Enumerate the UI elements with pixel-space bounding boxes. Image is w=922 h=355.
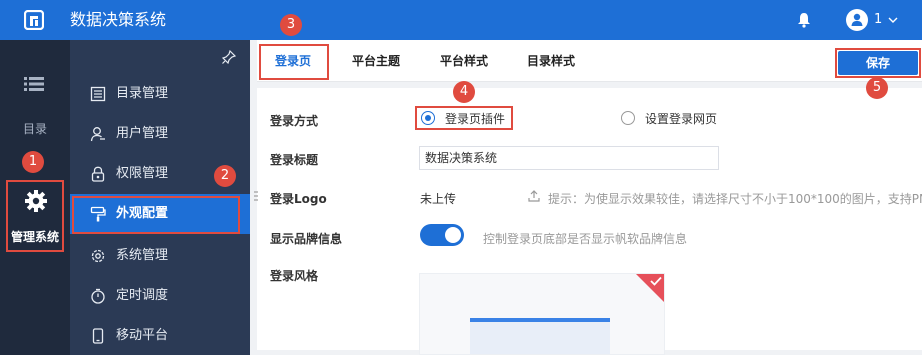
avatar[interactable] xyxy=(846,9,868,31)
brand-info-hint: 控制登录页底部是否显示帆软品牌信息 xyxy=(483,232,688,246)
pin-icon[interactable] xyxy=(222,50,236,64)
chevron-down-icon[interactable] xyxy=(888,15,898,25)
user-icon xyxy=(851,13,863,26)
annotation-outline xyxy=(415,106,513,130)
step-marker: 4 xyxy=(453,81,475,103)
brand-info-label: 显示品牌信息 xyxy=(270,232,343,246)
login-logo-label: 登录Logo xyxy=(270,192,327,206)
app-logo-icon xyxy=(24,10,44,30)
menu-item-catalog[interactable]: 目录管理 xyxy=(70,74,250,114)
user-name[interactable]: 1 xyxy=(874,0,882,40)
step-marker: 5 xyxy=(866,77,888,99)
menu-item-label: 定时调度 xyxy=(116,288,169,303)
timer-icon xyxy=(91,288,105,304)
icon-rail: 目录 管理系统 xyxy=(0,40,70,355)
login-style-preview[interactable] xyxy=(419,273,665,355)
settings-icon xyxy=(91,249,105,263)
step-marker: 1 xyxy=(22,151,44,173)
mobile-icon xyxy=(92,328,104,344)
annotation-outline xyxy=(72,196,240,234)
login-title-input[interactable]: 数据决策系统 xyxy=(419,146,719,170)
step-marker: 2 xyxy=(214,165,236,187)
menu-item-label: 移动平台 xyxy=(116,328,169,343)
radio-custom-login-page[interactable] xyxy=(621,111,635,125)
logo-upload-status: 未上传 xyxy=(420,192,457,206)
rail-manage-label: 管理系统 xyxy=(10,230,59,244)
menu-item-label: 用户管理 xyxy=(116,126,169,141)
tab-catalog-style[interactable]: 目录样式 xyxy=(527,40,575,82)
preview-thumbnail xyxy=(470,318,610,354)
menu-item-users[interactable]: 用户管理 xyxy=(70,114,250,154)
list-icon[interactable] xyxy=(24,76,44,92)
save-button[interactable]: 保存 xyxy=(838,51,918,75)
login-style-label: 登录风格 xyxy=(270,269,319,283)
check-icon xyxy=(650,276,662,286)
drag-handle-icon[interactable] xyxy=(254,190,258,204)
menu-item-label: 系统管理 xyxy=(116,248,169,263)
step-marker: 3 xyxy=(280,14,302,36)
user-icon xyxy=(90,127,105,142)
tab-bar: 登录页 平台主题 平台样式 目录样式 保存 xyxy=(257,40,922,82)
upload-icon[interactable] xyxy=(528,190,540,202)
rail-catalog-label[interactable]: 目录 xyxy=(0,120,70,137)
logo-hint-text: 提示：为使显示效果较佳，请选择尺寸不小于100*100的图片，支持PN xyxy=(548,192,922,206)
menu-item-label: 权限管理 xyxy=(116,166,169,181)
radio-custom-login-page-label[interactable]: 设置登录网页 xyxy=(645,110,717,127)
menu-item-label: 目录管理 xyxy=(116,86,169,101)
tab-platform-style[interactable]: 平台样式 xyxy=(440,40,488,82)
top-bar: 数据决策系统 1 xyxy=(0,0,922,40)
app-title: 数据决策系统 xyxy=(70,10,167,29)
lock-icon xyxy=(91,166,105,182)
bell-icon[interactable] xyxy=(797,12,811,28)
catalog-icon xyxy=(90,86,106,102)
rail-manage-system[interactable]: 管理系统 xyxy=(6,180,64,252)
menu-item-system[interactable]: 系统管理 xyxy=(70,236,250,276)
preview-bar xyxy=(470,318,610,322)
brand-info-toggle[interactable] xyxy=(420,224,464,246)
login-title-label: 登录标题 xyxy=(270,153,319,167)
side-menu: 目录管理 用户管理 权限管理 外观配置 系统管理 定时调度 移动平台 xyxy=(70,40,250,355)
annotation-outline xyxy=(259,44,329,80)
tab-platform-theme[interactable]: 平台主题 xyxy=(352,40,400,82)
login-method-label: 登录方式 xyxy=(270,114,319,128)
gear-icon xyxy=(25,190,47,212)
menu-item-scheduler[interactable]: 定时调度 xyxy=(70,276,250,316)
menu-item-mobile[interactable]: 移动平台 xyxy=(70,316,250,355)
